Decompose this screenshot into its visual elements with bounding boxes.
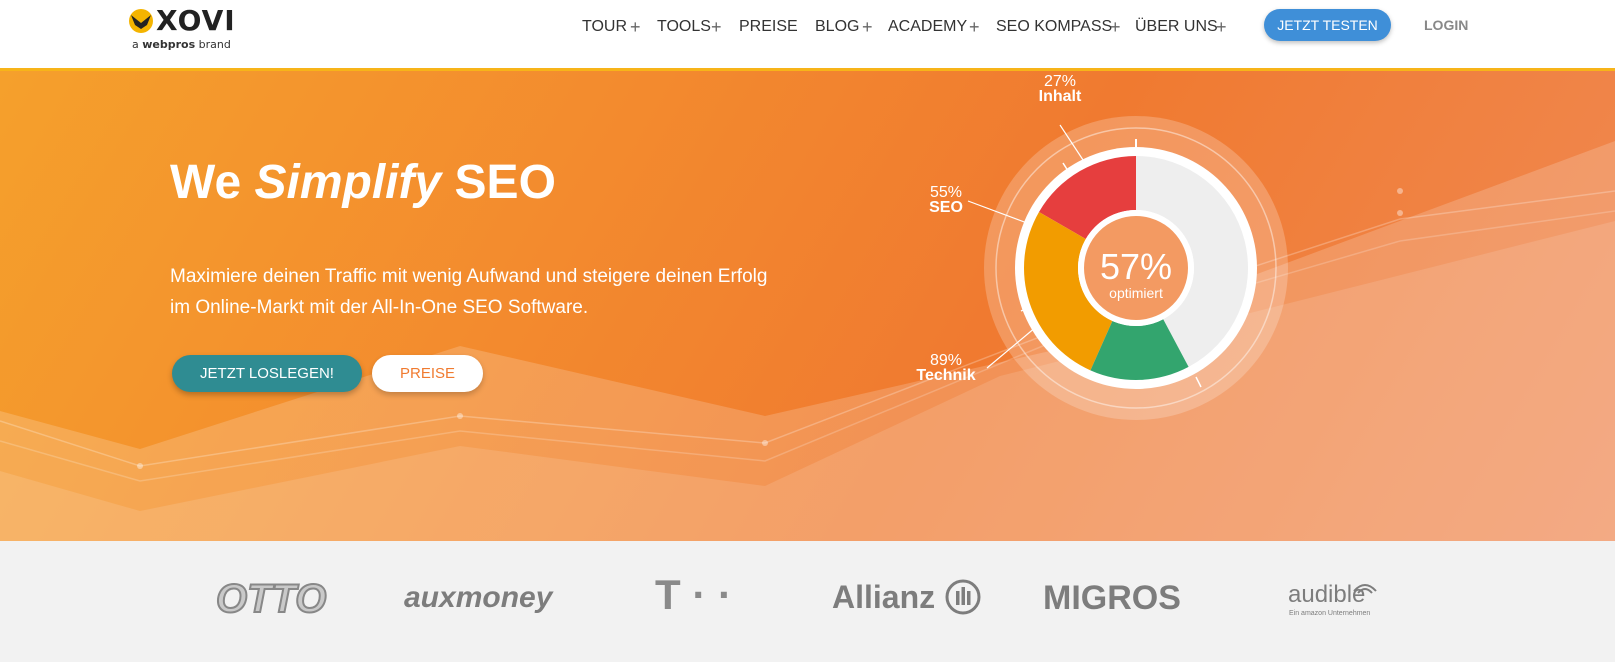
plus-icon[interactable]: +	[1216, 17, 1227, 38]
nav-preise[interactable]: PREISE	[739, 18, 798, 36]
nav-tour[interactable]: TOUR	[582, 18, 627, 36]
audible-waves-icon	[1353, 584, 1377, 594]
center-percentage: 57%	[1100, 246, 1173, 287]
xovi-logo[interactable]: XOVI a webpros brand	[128, 4, 248, 51]
label-inhalt: 27% Inhalt	[1038, 73, 1082, 105]
seo-score-donut-chart	[967, 116, 1288, 420]
hero-section: We Simplify SEO Maximiere deinen Traffic…	[0, 68, 1615, 541]
plus-icon[interactable]: +	[969, 17, 980, 38]
logo-wordmark: XOVI	[156, 4, 236, 37]
plus-icon[interactable]: +	[1110, 17, 1121, 38]
center-label: optimiert	[1109, 285, 1163, 301]
logo-telekom: T · ·	[655, 571, 732, 618]
plus-icon[interactable]: +	[711, 17, 722, 38]
logo-migros: MIGROS	[1043, 579, 1181, 617]
site-header: XOVI a webpros brand TOUR + TOOLS + PREI…	[0, 0, 1615, 68]
plus-icon[interactable]: +	[862, 17, 873, 38]
nav-ueber-uns[interactable]: ÜBER UNS	[1135, 18, 1218, 36]
nav-seo-kompass[interactable]: SEO KOMPASS	[996, 18, 1112, 36]
try-now-button[interactable]: JETZT TESTEN	[1264, 9, 1391, 41]
logo-otto: OTTO	[215, 576, 327, 622]
logo-auxmoney: auxmoney	[404, 581, 553, 614]
logo-allianz: Allianz	[832, 579, 936, 615]
plus-icon[interactable]: +	[630, 17, 641, 38]
label-technik: 89% Technik	[916, 352, 976, 384]
logo-tagline: a webpros brand	[132, 38, 231, 51]
xovi-bird-icon	[129, 9, 153, 33]
customer-logos: OTTO auxmoney T · · Allianz MIGROS audib…	[0, 541, 1615, 662]
audible-tagline: Ein amazon Unternehmen	[1289, 610, 1371, 617]
nav-academy[interactable]: ACADEMY	[888, 18, 967, 36]
label-seo: 55% SEO	[929, 184, 963, 216]
login-link[interactable]: LOGIN	[1424, 17, 1468, 33]
nav-tools[interactable]: TOOLS	[657, 18, 711, 36]
allianz-emblem-icon	[945, 579, 981, 615]
nav-blog[interactable]: BLOG	[815, 18, 859, 36]
